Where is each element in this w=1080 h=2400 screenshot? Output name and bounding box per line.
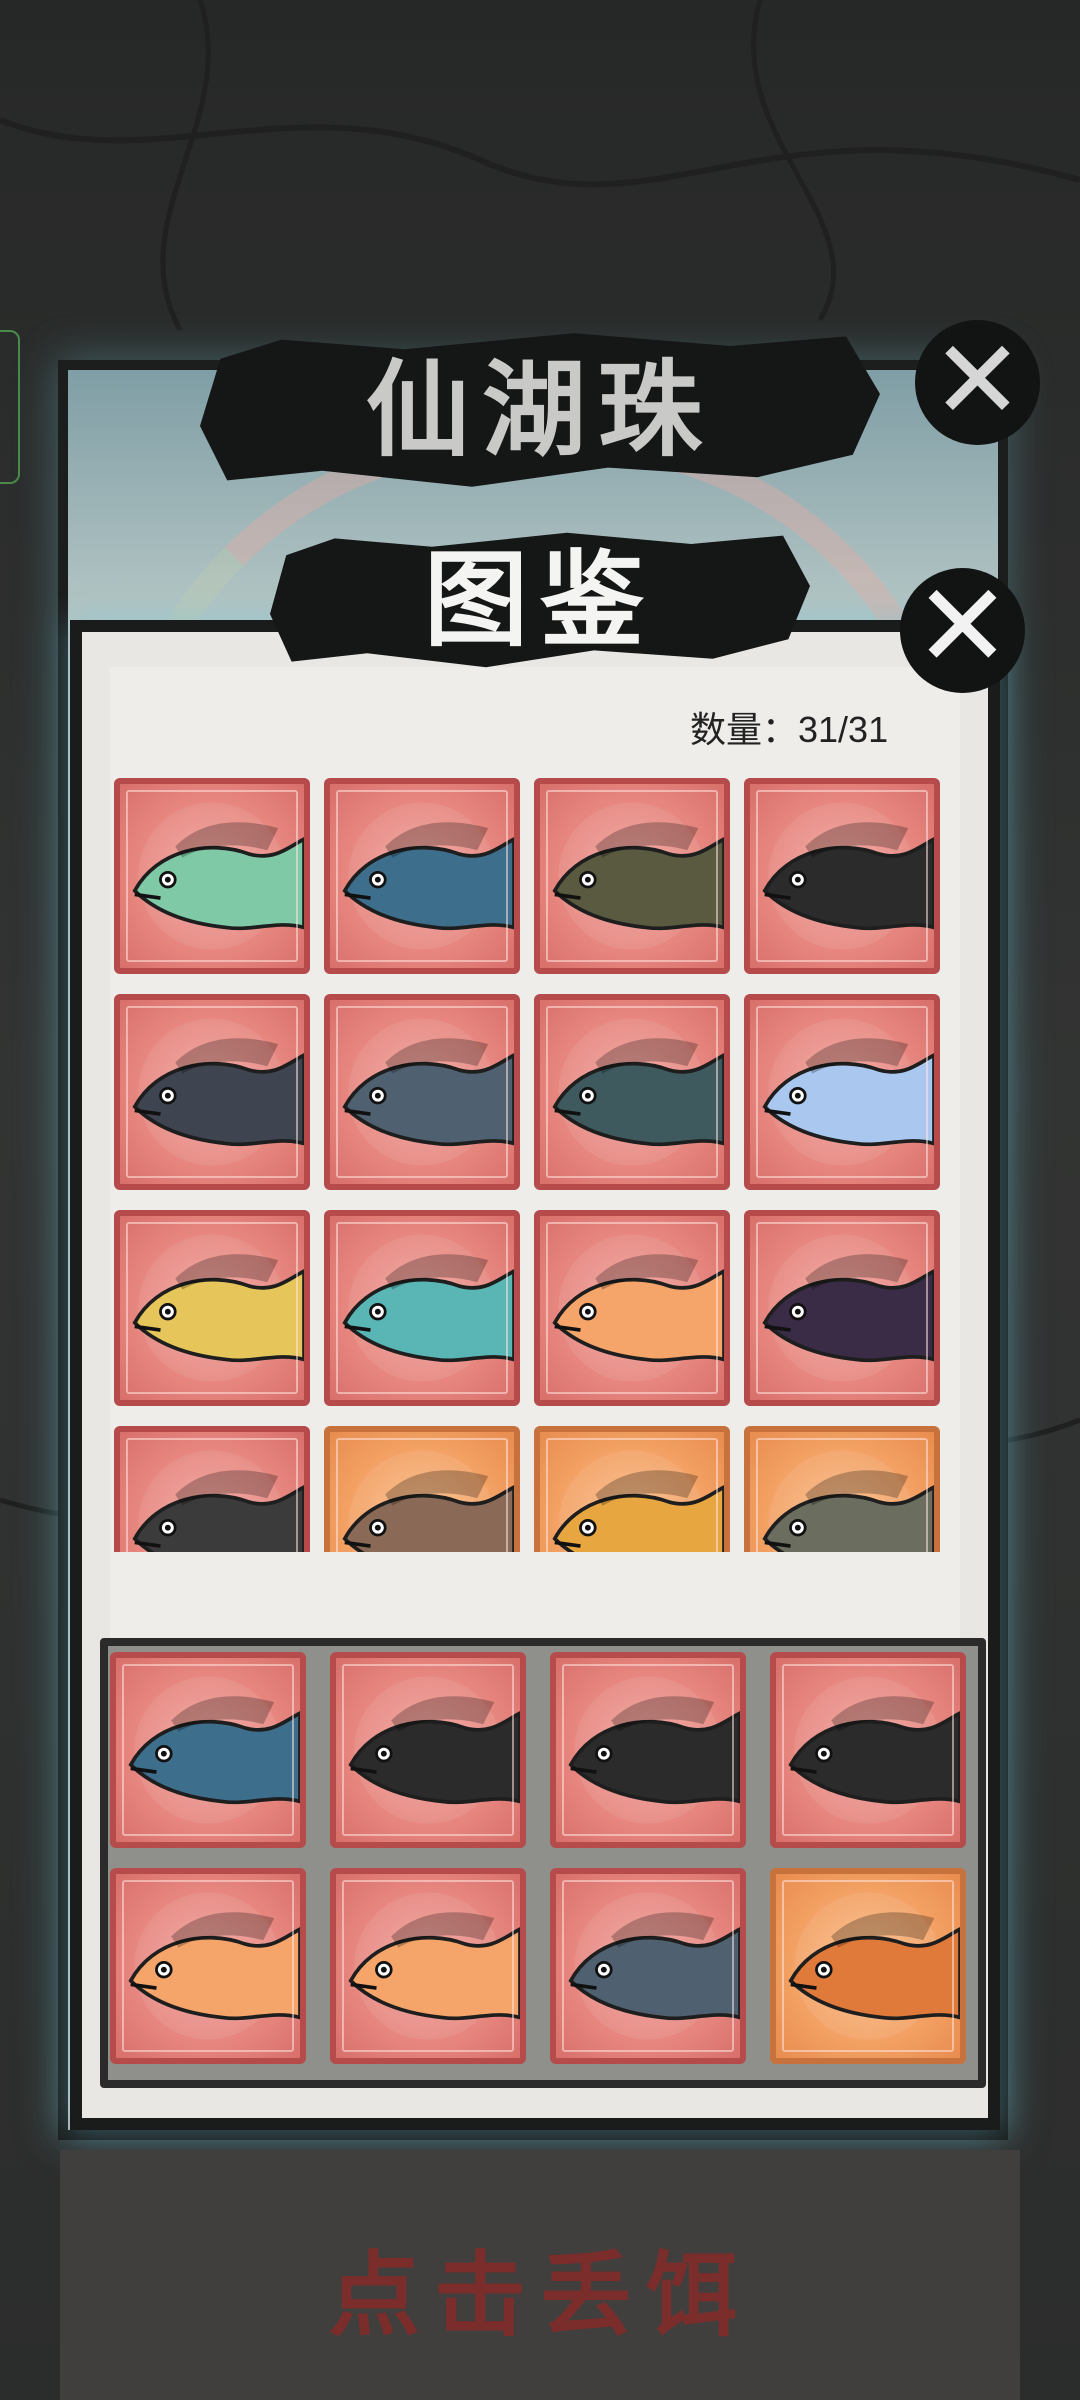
tray-item-card[interactable] xyxy=(330,1868,526,2064)
close-encyclopedia-button[interactable]: ✕ xyxy=(900,568,1025,693)
back-panel-title: 仙湖珠 xyxy=(365,348,714,471)
collection-count: 数量：31/31 xyxy=(690,709,889,750)
tray-item-card[interactable] xyxy=(550,1868,746,2064)
collection-card[interactable] xyxy=(744,1426,940,1552)
collection-card[interactable] xyxy=(114,778,310,974)
collection-card[interactable] xyxy=(534,778,730,974)
collection-card[interactable] xyxy=(114,1210,310,1406)
collection-card[interactable] xyxy=(534,994,730,1190)
collection-card[interactable] xyxy=(534,1426,730,1552)
collection-card[interactable] xyxy=(324,1426,520,1552)
tray-item-card[interactable] xyxy=(110,1868,306,2064)
collection-card[interactable] xyxy=(324,1210,520,1406)
tray-item-card[interactable] xyxy=(330,1652,526,1848)
close-back-panel-button[interactable]: ✕ xyxy=(915,320,1040,445)
tray-item-card[interactable] xyxy=(770,1868,966,2064)
collection-card[interactable] xyxy=(114,1426,310,1552)
collection-card[interactable] xyxy=(744,1210,940,1406)
close-icon: ✕ xyxy=(931,316,1024,444)
tray-item-card[interactable] xyxy=(770,1652,966,1848)
collection-card[interactable] xyxy=(114,994,310,1190)
collection-card[interactable] xyxy=(744,778,940,974)
collection-card[interactable] xyxy=(744,994,940,1190)
side-tab[interactable] xyxy=(0,330,20,484)
collection-scroll-area[interactable] xyxy=(114,778,948,1552)
tray-grid xyxy=(110,1652,970,2064)
close-icon: ✕ xyxy=(913,559,1012,694)
tray-item-card[interactable] xyxy=(110,1652,306,1848)
collection-grid xyxy=(114,778,948,1552)
throw-bait-button[interactable]: 点击丢饵 xyxy=(260,2235,820,2355)
collection-card[interactable] xyxy=(324,778,520,974)
collection-card[interactable] xyxy=(324,994,520,1190)
tray-item-card[interactable] xyxy=(550,1652,746,1848)
collection-card[interactable] xyxy=(534,1210,730,1406)
encyclopedia-title: 图鉴 xyxy=(423,538,656,661)
